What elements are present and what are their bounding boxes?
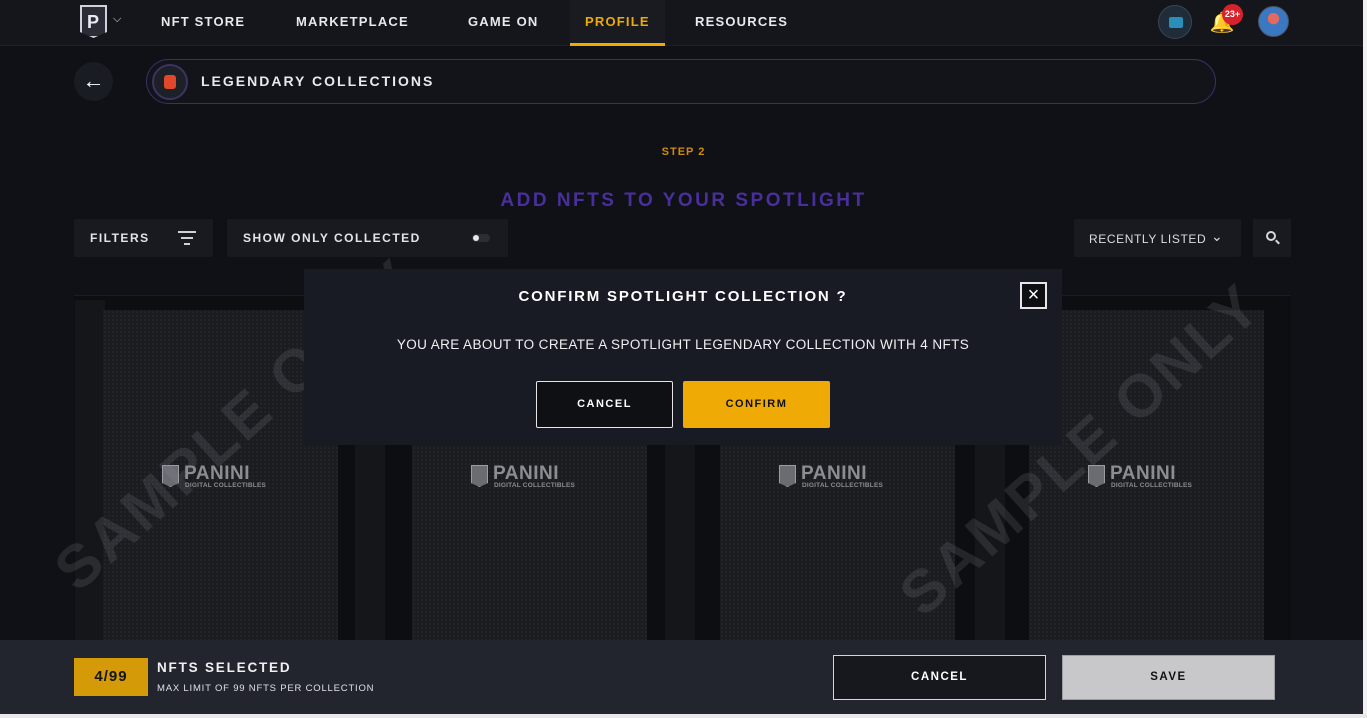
wallet-icon[interactable] xyxy=(1158,5,1192,39)
panini-mark-icon xyxy=(471,465,488,487)
chevron-down-icon[interactable]: ⌵ xyxy=(113,13,121,26)
modal-confirm-button[interactable]: CONFIRM xyxy=(683,381,830,428)
show-only-collected-toggle[interactable] xyxy=(472,234,490,242)
card-edge xyxy=(75,300,105,640)
modal-cancel-button[interactable]: CANCEL xyxy=(536,381,673,428)
filter-icon xyxy=(178,231,196,245)
page-title: ADD NFTS TO YOUR SPOTLIGHT xyxy=(500,190,867,211)
filters-label: FILTERS xyxy=(90,231,150,245)
sort-label: RECENTLY LISTED xyxy=(1089,232,1207,246)
nav-nft-store[interactable]: NFT STORE xyxy=(161,0,245,46)
collection-badge-icon xyxy=(152,64,188,100)
chevron-down-icon: ⌄ xyxy=(1211,228,1223,244)
panini-subtitle: DIGITAL COLLECTIBLES xyxy=(1111,482,1193,489)
panini-logo: PANINI DIGITAL COLLECTIBLES xyxy=(1088,463,1208,491)
back-button[interactable]: ← xyxy=(74,62,113,101)
notification-badge: 23+ xyxy=(1222,4,1243,25)
collection-title: LEGENDARY COLLECTIONS xyxy=(201,73,435,89)
panini-logo: PANINI DIGITAL COLLECTIBLES xyxy=(471,463,591,491)
panini-mark-icon xyxy=(779,465,796,487)
avatar[interactable] xyxy=(1258,6,1289,37)
window-edge xyxy=(1363,0,1367,718)
confirm-modal: CONFIRM SPOTLIGHT COLLECTION ? × YOU ARE… xyxy=(304,269,1062,445)
step-label: STEP 2 xyxy=(661,146,706,158)
selection-count: 4/99 xyxy=(74,658,148,696)
panini-logo: PANINI DIGITAL COLLECTIBLES xyxy=(162,463,282,491)
top-navigation: ⌵ NFT STORE MARKETPLACE GAME ON PROFILE … xyxy=(0,0,1367,46)
nav-resources[interactable]: RESOURCES xyxy=(695,0,788,46)
search-button[interactable] xyxy=(1253,219,1291,257)
panini-mark-icon xyxy=(1088,465,1105,487)
close-icon[interactable]: × xyxy=(1020,282,1047,309)
footer-cancel-button[interactable]: CANCEL xyxy=(833,655,1046,700)
nav-profile[interactable]: PROFILE xyxy=(570,0,665,46)
panini-subtitle: DIGITAL COLLECTIBLES xyxy=(494,482,576,489)
footer-save-button[interactable]: SAVE xyxy=(1062,655,1275,700)
panini-logo-icon[interactable] xyxy=(80,5,107,38)
nav-marketplace[interactable]: MARKETPLACE xyxy=(296,0,409,46)
panini-subtitle: DIGITAL COLLECTIBLES xyxy=(185,482,267,489)
modal-title: CONFIRM SPOTLIGHT COLLECTION ? xyxy=(518,288,848,305)
selection-limit: MAX LIMIT OF 99 NFTS PER COLLECTION xyxy=(157,683,375,694)
sort-dropdown[interactable]: RECENTLY LISTED ⌄ xyxy=(1074,219,1241,257)
search-icon xyxy=(1266,231,1276,241)
modal-message: YOU ARE ABOUT TO CREATE A SPOTLIGHT LEGE… xyxy=(396,337,970,352)
panini-mark-icon xyxy=(162,465,179,487)
selection-title: NFTS SELECTED xyxy=(157,660,292,675)
show-only-collected: SHOW ONLY COLLECTED xyxy=(227,219,508,257)
show-only-collected-label: SHOW ONLY COLLECTED xyxy=(243,231,421,245)
filters-button[interactable]: FILTERS xyxy=(74,219,213,257)
arrow-left-icon: ← xyxy=(82,68,105,93)
panini-logo: PANINI DIGITAL COLLECTIBLES xyxy=(779,463,899,491)
window-edge xyxy=(0,714,1367,718)
nav-game-on[interactable]: GAME ON xyxy=(468,0,539,46)
panini-subtitle: DIGITAL COLLECTIBLES xyxy=(802,482,884,489)
